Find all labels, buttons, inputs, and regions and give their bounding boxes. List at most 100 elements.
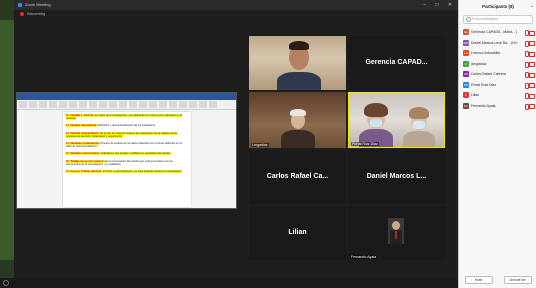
paragraph-number: 12. Variable dependiente:	[66, 124, 98, 128]
participant-name: Daniel Marcos Lecti Ra... (Host)	[471, 40, 517, 45]
participant-row[interactable]: GCGerencia CAPADS - Maria... (Host)	[459, 27, 536, 38]
video-off-icon	[529, 30, 535, 36]
paragraph-text: Describir los datos de la investigación …	[66, 114, 183, 121]
window-controls[interactable]: – □ ✕	[423, 0, 456, 10]
participants-panel: Participants (8) ⌄ Find a participant GC…	[458, 0, 536, 288]
participant-name: Portal Ruiz Diaz	[471, 82, 497, 87]
video-tile-gerencia[interactable]: Gerencia CAPAD...	[348, 36, 445, 90]
participant-name: Carlos Rafael Cabrera	[471, 72, 506, 76]
participant-row[interactable]: PR Portal Ruiz Diaz	[459, 80, 536, 91]
avatar: L	[463, 92, 469, 98]
muted-mic-icon	[524, 30, 529, 36]
muted-mic-icon	[524, 93, 529, 99]
video-tile-daniel[interactable]: Daniel Marcos L...	[348, 150, 445, 204]
document-page: 11. Variable 1: Describir los datos de l…	[63, 112, 191, 207]
muted-mic-icon	[524, 61, 529, 68]
avatar: DM	[463, 39, 469, 46]
unmute-me-button[interactable]: Unmute Me	[503, 276, 532, 284]
desktop-background	[0, 20, 14, 260]
participant-hair	[289, 41, 309, 50]
profile-picture	[388, 218, 404, 244]
participant-name: Fernando Ayala	[471, 103, 496, 108]
paragraph-number: 15. Variables intervinientes:	[66, 152, 101, 156]
participant-name: Lorenzo Arboabilla	[471, 51, 500, 55]
muted-mic-icon	[524, 72, 529, 78]
participant-hair	[290, 109, 306, 116]
participant-name: Lilian	[288, 229, 307, 236]
document-paragraph: 12. Variable dependiente: Definición y o…	[66, 124, 188, 128]
participant-name: Gerencia CAPADS - Maria... (Host)	[471, 30, 517, 34]
search-placeholder: Find a participant	[472, 17, 499, 21]
invite-button[interactable]: Invite	[464, 276, 493, 284]
paragraph-text: Indicadores que pueden modificar los res…	[100, 152, 171, 156]
audio-settings-icon[interactable]	[3, 280, 9, 286]
video-off-icon	[529, 104, 535, 109]
panel-footer: Invite Unmute Me	[459, 272, 536, 288]
video-off-icon	[529, 41, 535, 46]
document-paragraph: 14. Variables moderadoras: Proceso de an…	[66, 142, 188, 148]
avatar: LA	[463, 50, 469, 56]
participant-name: Gerencia CAPAD...	[365, 59, 428, 66]
video-tile-portal-ruiz[interactable]: Portal Ruiz Diaz	[348, 92, 445, 148]
video-tile-fernando[interactable]: Fernando Ayala	[348, 206, 445, 260]
window-title: Zoom Meeting	[25, 2, 51, 7]
video-off-icon	[529, 51, 535, 57]
participant-name: Carlos Rafael Ca...	[266, 173, 329, 180]
muted-mic-icon	[524, 82, 529, 89]
recording-label: Recording	[27, 11, 46, 16]
participant-name: Daniel Marcos L...	[366, 173, 427, 180]
participant-name: Amgadiaz	[471, 61, 487, 66]
participant-list: GCGerencia CAPADS - Maria... (Host)DMDan…	[459, 27, 536, 111]
participant-row[interactable]: CR Carlos Rafael Cabrera	[459, 69, 536, 80]
window-titlebar: Zoom Meeting – □ ✕	[14, 0, 458, 10]
avatar: FA	[463, 102, 469, 109]
paragraph-text: Informar el procedimiento y la ética apl…	[102, 170, 183, 174]
participant-row[interactable]: FA Fernando Ayala	[459, 101, 536, 112]
participant-row[interactable]: LA Lorenzo Arboabilla	[459, 48, 536, 59]
participant-shirt	[277, 72, 321, 90]
video-tile-lilian[interactable]: Lilian	[249, 206, 346, 260]
participant-search-input[interactable]: Find a participant	[463, 15, 533, 24]
panel-collapse-icon[interactable]: ⌄	[530, 3, 534, 9]
participant-name: Lilian	[471, 93, 480, 97]
participant-hair-2	[409, 107, 429, 119]
recording-indicator[interactable]: Recording	[14, 10, 458, 18]
avatar: CR	[463, 71, 469, 77]
video-tile-lmgadiaz[interactable]: Lmgadiaz	[249, 92, 346, 148]
participant-name-tag: Fernando Ayala	[350, 255, 378, 259]
document-paragraph: 15. Variables intervinientes: Indicadore…	[66, 152, 188, 156]
meeting-controls-bar	[0, 278, 458, 288]
avatar: GC	[463, 29, 469, 35]
document-paragraph: 13. Variable independiente: Es lo que se…	[66, 131, 188, 138]
document-paragraph: 17. Acceso, Trabajo Humano: Informar el …	[66, 170, 188, 174]
participant-row[interactable]: DM Daniel Marcos Lecti Ra... (Host)	[459, 38, 536, 49]
face-mask	[370, 119, 382, 127]
participant-row[interactable]: A Amgadiaz	[459, 59, 536, 70]
zoom-logo-icon	[18, 3, 22, 7]
participant-shirt	[281, 130, 315, 148]
avatar: A	[463, 60, 469, 67]
shared-screen[interactable]: 11. Variable 1: Describir los datos de l…	[16, 92, 237, 209]
recording-dot-icon	[20, 12, 24, 16]
document-paragraph: 16. Trabajo de los tres Anexos: Es la pr…	[66, 159, 188, 166]
search-icon	[466, 17, 471, 22]
word-ribbon	[17, 93, 236, 100]
video-tile-participant[interactable]	[249, 36, 346, 90]
video-off-icon	[529, 72, 535, 78]
paragraph-text: Definición y operacionalización de los i…	[97, 124, 156, 128]
paragraph-number: 17. Acceso, Trabajo Humano:	[66, 170, 103, 174]
muted-mic-icon	[524, 40, 529, 47]
participant-row[interactable]: L Lilian	[459, 90, 536, 101]
participant-name-tag: Portal Ruiz Diaz	[351, 142, 379, 146]
document-paragraph: 11. Variable 1: Describir los datos de l…	[66, 114, 188, 121]
left-background-strip	[0, 0, 14, 288]
muted-mic-icon	[524, 103, 529, 110]
muted-mic-icon	[524, 51, 529, 57]
video-off-icon	[529, 83, 535, 88]
video-tile-carlos[interactable]: Carlos Rafael Ca...	[249, 150, 346, 204]
participant-name-tag: Lmgadiaz	[251, 143, 269, 147]
word-toolbar	[17, 100, 236, 110]
video-off-icon	[529, 93, 535, 99]
video-off-icon	[529, 62, 535, 67]
avatar: PR	[463, 81, 469, 88]
